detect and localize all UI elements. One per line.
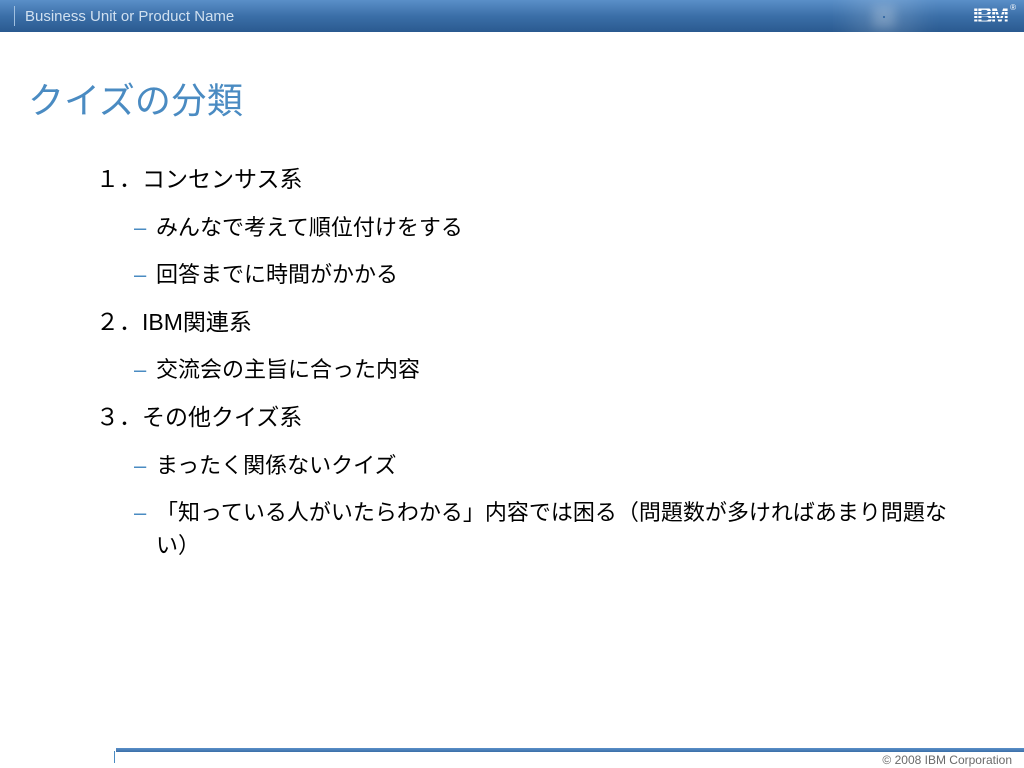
header-divider bbox=[14, 6, 15, 26]
header-right: IBM ® bbox=[833, 0, 1016, 32]
slide-header: Business Unit or Product Name IBM ® bbox=[0, 0, 1024, 32]
bullet-item: 交流会の主旨に合った内容 bbox=[134, 353, 954, 386]
section-2: ２．IBM関連系 交流会の主旨に合った内容 bbox=[96, 305, 996, 387]
bullet-item: みんなで考えて順位付けをする bbox=[134, 211, 954, 244]
footer-left-spacer bbox=[0, 751, 115, 763]
section-heading: １．コンセンサス系 bbox=[96, 162, 996, 197]
bullet-item: 「知っている人がいたらわかる」内容では困る（問題数が多ければあまり問題ない） bbox=[134, 496, 954, 562]
section-1: １．コンセンサス系 みんなで考えて順位付けをする 回答までに時間がかかる bbox=[96, 162, 996, 291]
section-3: ３．その他クイズ系 まったく関係ないクイズ 「知っている人がいたらわかる」内容で… bbox=[96, 400, 996, 562]
footer-bar bbox=[116, 748, 1024, 752]
registered-mark: ® bbox=[1010, 3, 1016, 12]
ibm-logo-icon: IBM bbox=[973, 5, 1009, 27]
bullet-item: まったく関係ないクイズ bbox=[134, 449, 954, 482]
header-burst-graphic bbox=[833, 0, 973, 32]
slide-title: クイズの分類 bbox=[28, 72, 996, 124]
section-heading: ２．IBM関連系 bbox=[96, 305, 996, 340]
slide-content: クイズの分類 １．コンセンサス系 みんなで考えて順位付けをする 回答までに時間が… bbox=[0, 32, 1024, 746]
slide-footer: © 2008 IBM Corporation bbox=[0, 746, 1024, 768]
business-unit-label: Business Unit or Product Name bbox=[25, 8, 234, 25]
slide-body: １．コンセンサス系 みんなで考えて順位付けをする 回答までに時間がかかる ２．I… bbox=[96, 162, 996, 562]
bullet-item: 回答までに時間がかかる bbox=[134, 258, 954, 291]
section-heading: ３．その他クイズ系 bbox=[96, 400, 996, 435]
copyright-text: © 2008 IBM Corporation bbox=[882, 753, 1012, 767]
